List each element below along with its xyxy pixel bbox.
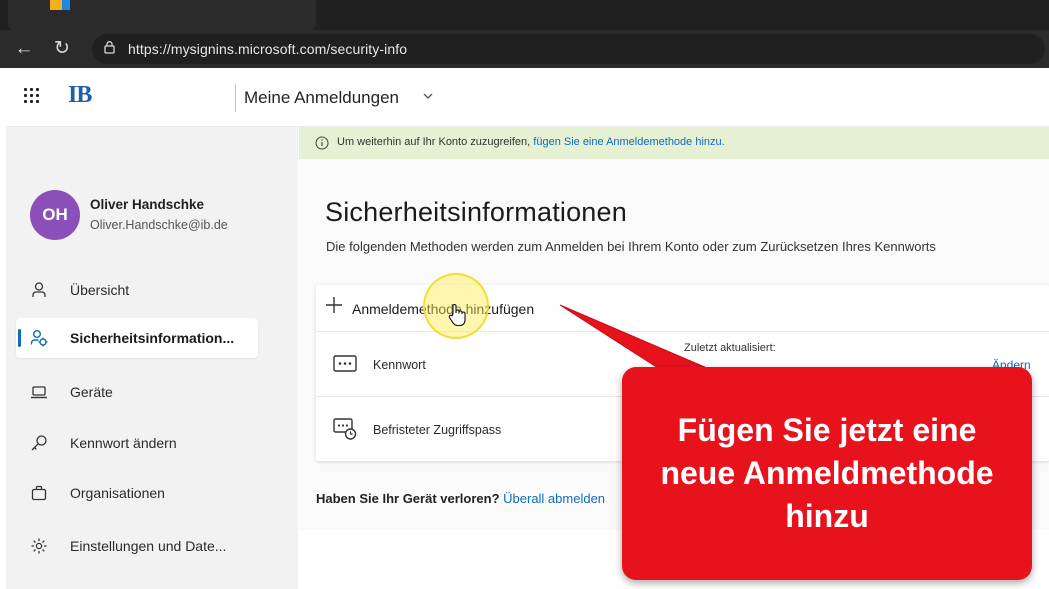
back-arrow-icon[interactable]: ←	[12, 37, 36, 61]
briefcase-icon	[31, 485, 47, 501]
sidebar-item-label: Kennwort ändern	[70, 435, 177, 451]
lost-device-question: Haben Sie Ihr Gerät verloren?	[316, 491, 500, 506]
sidebar-item-security-info[interactable]: Sicherheitsinformation...	[16, 318, 258, 358]
security-person-icon	[30, 330, 48, 347]
url-text: https://mysignins.microsoft.com/security…	[128, 41, 408, 57]
app-title[interactable]: Meine Anmeldungen	[244, 88, 399, 108]
banner-message: Um weiterhin auf Ihr Konto zuzugreifen,	[337, 136, 531, 148]
sidebar-item-label: Sicherheitsinformation...	[70, 330, 235, 346]
method-label: Befristeter Zugriffspass	[373, 423, 502, 437]
method-updated-label: Zuletzt aktualisiert:	[684, 342, 776, 354]
sidebar-item-label: Einstellungen und Date...	[70, 538, 227, 554]
sidebar: OH Oliver Handschke Oliver.Handschke@ib.…	[6, 127, 298, 589]
sidebar-item-devices[interactable]: Geräte	[16, 372, 258, 412]
user-name: Oliver Handschke	[90, 197, 205, 212]
info-banner: Um weiterhin auf Ihr Konto zuzugreifen, …	[299, 127, 1049, 159]
temporary-access-pass-icon	[333, 418, 357, 440]
sidebar-item-overview[interactable]: Übersicht	[16, 270, 258, 310]
banner-text: Um weiterhin auf Ihr Konto zuzugreifen, …	[337, 136, 725, 148]
callout-line-3: hinzu	[785, 498, 869, 534]
annotation-callout: Fügen Sie jetzt eine neue Anmeldmethode …	[622, 367, 1032, 580]
organization-logo[interactable]: IB	[68, 82, 92, 109]
address-bar[interactable]: https://mysignins.microsoft.com/security…	[92, 34, 1045, 64]
callout-line-1: Fügen Sie jetzt eine	[677, 412, 977, 448]
app-header: IB Meine Anmeldungen	[6, 70, 1049, 127]
lost-device-text: Haben Sie Ihr Gerät verloren? Überall ab…	[316, 491, 605, 506]
method-label: Kennwort	[373, 358, 426, 372]
app-launcher-icon[interactable]	[24, 88, 40, 104]
avatar[interactable]: OH	[30, 190, 80, 240]
sign-out-everywhere-link[interactable]: Überall abmelden	[503, 491, 605, 506]
person-icon	[32, 282, 46, 297]
sidebar-item-settings-privacy[interactable]: Einstellungen und Date...	[16, 526, 258, 566]
laptop-icon	[31, 386, 47, 399]
sidebar-item-label: Geräte	[70, 384, 113, 400]
sidebar-item-organizations[interactable]: Organisationen	[16, 473, 258, 513]
info-icon	[315, 136, 329, 150]
active-indicator	[18, 329, 21, 347]
password-icon	[333, 355, 357, 372]
sidebar-item-change-password[interactable]: Kennwort ändern	[16, 423, 258, 463]
page-description: Die folgenden Methoden werden zum Anmeld…	[326, 239, 936, 254]
key-icon	[31, 435, 47, 451]
lock-icon	[104, 41, 115, 54]
sidebar-item-label: Organisationen	[70, 485, 165, 501]
banner-add-method-link[interactable]: fügen Sie eine Anmeldemethode hinzu.	[533, 136, 724, 148]
tab-favicon-accent-icon	[62, 0, 70, 10]
hand-cursor-icon	[448, 304, 466, 327]
reload-icon[interactable]: ↻	[50, 37, 74, 61]
settings-icon	[31, 538, 47, 554]
chevron-down-icon[interactable]	[422, 90, 434, 102]
browser-tab-strip	[0, 0, 1049, 30]
header-divider	[235, 84, 236, 112]
plus-icon	[326, 297, 342, 313]
sidebar-item-label: Übersicht	[70, 282, 130, 298]
user-email: Oliver.Handschke@ib.de	[90, 218, 228, 232]
callout-line-2: neue Anmeldmethode	[660, 455, 994, 491]
page-title: Sicherheitsinformationen	[325, 197, 627, 227]
